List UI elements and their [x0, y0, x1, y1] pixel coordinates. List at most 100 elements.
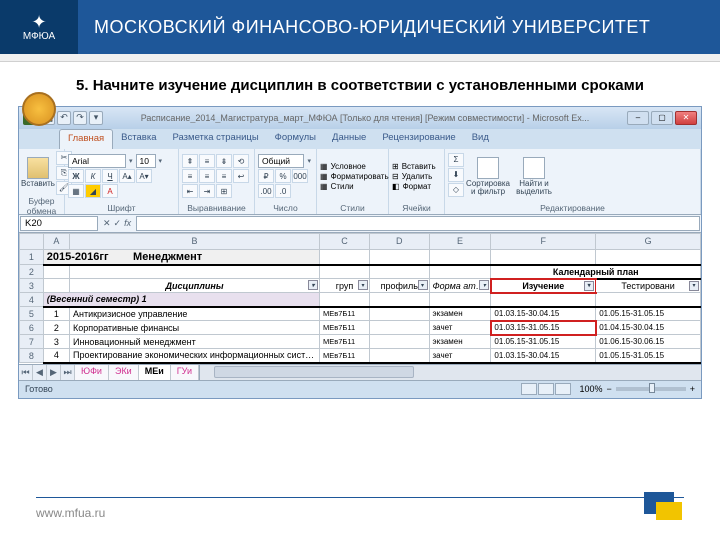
zoom-slider[interactable]: [616, 387, 686, 391]
tab-home[interactable]: Главная: [59, 129, 113, 149]
row-header[interactable]: 8: [20, 349, 44, 363]
italic-button[interactable]: К: [85, 169, 101, 183]
grow-font-icon[interactable]: A▴: [119, 169, 135, 183]
shrink-font-icon[interactable]: A▾: [136, 169, 152, 183]
zoom-in-icon[interactable]: +: [690, 384, 695, 394]
qat-undo-icon[interactable]: ↶: [57, 111, 71, 125]
table-row[interactable]: 6 2 Корпоративные финансы МЕв7Б11 зачет …: [20, 321, 701, 335]
table-row[interactable]: 7 3 Инновационный менеджмент МЕв7Б11 экз…: [20, 335, 701, 349]
col-header[interactable]: B: [69, 233, 319, 249]
qat-more-icon[interactable]: ▾: [89, 111, 103, 125]
align-top-icon[interactable]: ⇞: [182, 154, 198, 168]
col-header[interactable]: E: [429, 233, 491, 249]
row-header[interactable]: 5: [20, 307, 44, 321]
filter-dropdown-icon[interactable]: ▾: [358, 280, 368, 290]
sheet-tab[interactable]: ГУи: [171, 365, 199, 380]
fill-icon[interactable]: ⬇: [448, 168, 464, 182]
table-row[interactable]: 5 1 Антикризисное управление МЕв7Б11 экз…: [20, 307, 701, 321]
spreadsheet-grid[interactable]: A B C D E F G 1 2015-2016гг Менеджмент 2: [19, 233, 701, 364]
view-normal-icon[interactable]: [521, 383, 537, 395]
borders-icon[interactable]: ▦: [68, 184, 84, 198]
format-cells-icon[interactable]: ◧: [392, 182, 400, 191]
chevron-down-icon[interactable]: ▾: [127, 157, 135, 165]
minimize-button[interactable]: –: [627, 111, 649, 125]
sheet-first-icon[interactable]: ⏮: [19, 365, 33, 380]
table-row[interactable]: 8 4 Проектирование экономических информа…: [20, 349, 701, 363]
increase-decimal-icon[interactable]: .00: [258, 184, 274, 198]
tab-view[interactable]: Вид: [464, 129, 497, 149]
tab-formulas[interactable]: Формулы: [267, 129, 324, 149]
find-select-button[interactable]: Найти и выделить: [512, 151, 556, 202]
chevron-down-icon[interactable]: ▾: [157, 157, 165, 165]
font-color-icon[interactable]: A: [102, 184, 118, 198]
sheet-tab-active[interactable]: МЕи: [139, 365, 171, 380]
conditional-format-icon[interactable]: ▦: [320, 162, 328, 171]
tab-review[interactable]: Рецензирование: [374, 129, 463, 149]
col-header[interactable]: F: [491, 233, 596, 249]
format-as-table-icon[interactable]: ▦: [320, 172, 328, 181]
underline-button[interactable]: Ч: [102, 169, 118, 183]
row-header[interactable]: 6: [20, 321, 44, 335]
filter-header-test[interactable]: Тестировани▾: [596, 279, 701, 293]
cancel-formula-icon[interactable]: ✕: [103, 218, 111, 229]
maximize-button[interactable]: ▢: [651, 111, 673, 125]
sort-filter-button[interactable]: Сортировка и фильтр: [466, 151, 510, 202]
view-pagebreak-icon[interactable]: [555, 383, 571, 395]
row-header[interactable]: 3: [20, 279, 44, 293]
bold-button[interactable]: Ж: [68, 169, 84, 183]
zoom-level[interactable]: 100%: [579, 384, 602, 394]
align-bottom-icon[interactable]: ⇟: [216, 154, 232, 168]
filter-header-profile[interactable]: профиль▾: [370, 279, 430, 293]
filter-dropdown-icon[interactable]: ▾: [584, 281, 594, 291]
currency-icon[interactable]: ₽: [258, 169, 274, 183]
number-format-select[interactable]: Общий: [258, 154, 304, 168]
autosum-icon[interactable]: Σ: [448, 153, 464, 167]
select-all-cell[interactable]: [20, 233, 44, 249]
sheet-next-icon[interactable]: ▶: [47, 365, 61, 380]
row-header[interactable]: 7: [20, 335, 44, 349]
delete-cells-icon[interactable]: ⊟: [392, 172, 399, 181]
sheet-tab[interactable]: ЮФи: [75, 365, 109, 380]
tab-layout[interactable]: Разметка страницы: [164, 129, 266, 149]
merge-cells-icon[interactable]: ⊞: [216, 184, 232, 198]
office-button[interactable]: [22, 92, 56, 126]
align-middle-icon[interactable]: ≡: [199, 154, 215, 168]
formula-input[interactable]: [136, 216, 700, 231]
fill-color-icon[interactable]: ◢: [85, 184, 101, 198]
align-right-icon[interactable]: ≡: [216, 169, 232, 183]
filter-header-study[interactable]: Изучение▾: [491, 279, 596, 293]
chevron-down-icon[interactable]: ▾: [305, 157, 313, 165]
align-center-icon[interactable]: ≡: [199, 169, 215, 183]
horizontal-scrollbar[interactable]: [199, 365, 701, 380]
row-header[interactable]: 2: [20, 265, 44, 279]
clear-icon[interactable]: ◇: [448, 183, 464, 197]
percent-icon[interactable]: %: [275, 169, 291, 183]
filter-header-form[interactable]: Форма аттестаци▾: [429, 279, 491, 293]
fx-icon[interactable]: fx: [124, 218, 131, 228]
filter-dropdown-icon[interactable]: ▾: [418, 280, 428, 290]
zoom-thumb[interactable]: [649, 383, 655, 393]
paste-button[interactable]: Вставить: [22, 151, 54, 195]
tab-data[interactable]: Данные: [324, 129, 374, 149]
cell-styles-icon[interactable]: ▦: [320, 182, 328, 191]
align-left-icon[interactable]: ≡: [182, 169, 198, 183]
orientation-icon[interactable]: ⟲: [233, 154, 249, 168]
filter-dropdown-icon[interactable]: ▾: [689, 281, 699, 291]
view-layout-icon[interactable]: [538, 383, 554, 395]
qat-redo-icon[interactable]: ↷: [73, 111, 87, 125]
filter-header-disciplines[interactable]: Дисциплины▾: [69, 279, 319, 293]
col-header[interactable]: C: [320, 233, 370, 249]
decrease-indent-icon[interactable]: ⇤: [182, 184, 198, 198]
wrap-text-icon[interactable]: ↩: [233, 169, 249, 183]
zoom-out-icon[interactable]: −: [606, 384, 611, 394]
name-box[interactable]: K20: [20, 216, 98, 231]
cell[interactable]: Календарный план: [491, 265, 701, 279]
semester-cell[interactable]: (Весенний семестр) 1: [43, 293, 319, 307]
row-header[interactable]: 4: [20, 293, 44, 307]
insert-cells-icon[interactable]: ⊞: [392, 162, 399, 171]
sheet-last-icon[interactable]: ⏭: [61, 365, 75, 380]
increase-indent-icon[interactable]: ⇥: [199, 184, 215, 198]
scroll-thumb[interactable]: [214, 366, 414, 378]
col-header[interactable]: G: [596, 233, 701, 249]
cell[interactable]: 2015-2016гг Менеджмент: [43, 249, 319, 265]
